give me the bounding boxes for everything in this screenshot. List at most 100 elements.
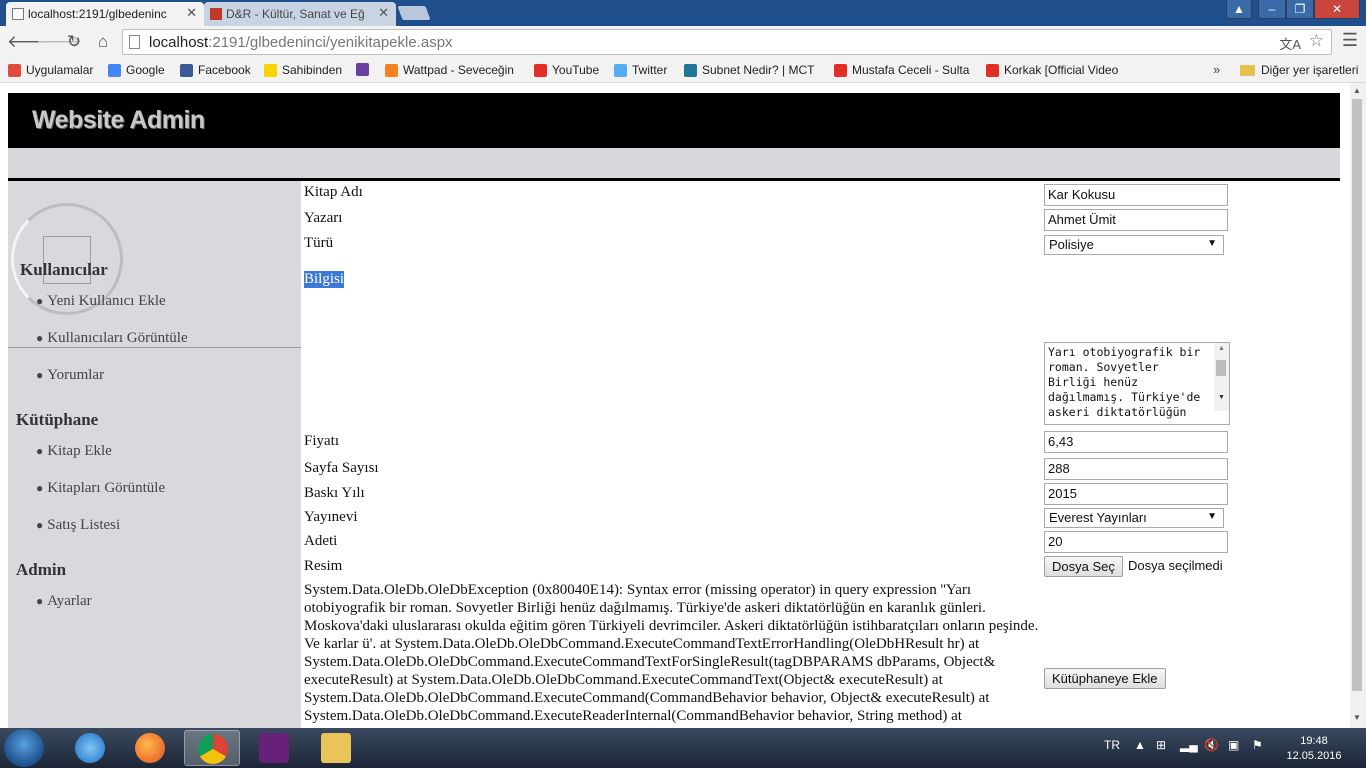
bookmark-item[interactable]: Uygulamalar [8,63,93,77]
youtube-icon [834,63,847,77]
author-input[interactable]: Ahmet Ümit [1044,209,1228,231]
page-icon [129,35,140,49]
label-quantity: Adeti [304,533,338,549]
sidebar-item[interactable]: ● Kullanıcıları Görüntüle [36,330,188,347]
network-signal-icon[interactable]: ▂▄ [1180,738,1198,752]
book-form: Kitap Adı Kar Kokusu Yazarı Ahmet Ümit T… [301,181,1350,728]
quantity-input[interactable]: 20 [1044,531,1228,553]
add-to-library-button[interactable]: Kütüphaneye Ekle [1044,668,1166,689]
info-textarea[interactable]: Yarı otobiyografik bir roman. Sovyetler … [1044,342,1230,425]
bullet-icon: ● [36,481,44,495]
publisher-select[interactable]: Everest Yayınları ▼ [1044,508,1224,528]
bookmark-item[interactable]: Twitter [614,63,667,77]
sahibinden-icon [264,63,277,77]
browser-toolbar: 🡐 🡒 ↻ ⌂ localhost:2191/glbedeninci/yenik… [0,26,1366,58]
google-icon [108,63,121,77]
browser-tabstrip: localhost:2191/glbedeninc ✕ D&R - Kültür… [0,0,1366,26]
label-info: Bilgisi [304,271,345,288]
site-title: Website Admin [32,106,205,134]
taskbar-explorer[interactable] [308,730,364,766]
book-name-input[interactable]: Kar Kokusu [1044,184,1228,206]
system-clock[interactable]: 19:48 12.05.2016 [1280,734,1348,764]
address-bar[interactable]: localhost:2191/glbedeninci/yenikitapekle… [122,29,1332,55]
genre-select[interactable]: Polisiye ▼ [1044,235,1224,255]
folder-icon [1240,64,1255,76]
taskbar-firefox[interactable] [122,730,178,766]
label-year: Baskı Yılı [304,485,365,501]
action-center-flag-icon[interactable]: ⚑ [1252,738,1263,752]
bookmarks-bar: » Diğer yer işaretleri Uygulamalar Google… [0,58,1366,83]
visual-studio-icon [259,733,289,763]
wordpress-icon [684,63,697,77]
chrome-menu-icon[interactable]: ☰ [1342,30,1358,51]
other-bookmarks[interactable]: Diğer yer işaretleri [1240,63,1358,77]
ie-icon [75,733,105,763]
taskbar-visual-studio[interactable] [246,730,302,766]
bookmark-item[interactable]: Facebook [180,63,251,77]
textarea-scrollbar[interactable]: ▲ ▼ [1214,343,1229,411]
error-message: System.Data.OleDb.OleDbException (0x8004… [304,582,1039,728]
twitter-icon [614,63,627,77]
home-icon[interactable]: ⌂ [93,32,113,52]
bookmark-star-icon[interactable]: ☆ [1309,31,1324,51]
forward-icon[interactable]: 🡒 [36,32,82,52]
bookmark-item[interactable]: Mustafa Ceceli - Sulta [834,63,969,77]
bookmark-item[interactable]: Sahibinden [264,63,342,77]
close-icon[interactable]: ✕ [186,5,197,21]
close-window-icon[interactable]: ✕ [1314,0,1360,19]
minimize-icon[interactable]: – [1258,0,1286,19]
taskbar-ie[interactable] [62,730,118,766]
usb-device-icon[interactable]: ▣ [1228,738,1239,752]
bookmark-item[interactable]: YouTube [534,63,599,77]
back-icon[interactable]: 🡐 [7,32,53,52]
close-icon[interactable]: ✕ [378,5,389,21]
header-strip [8,148,1340,181]
show-hidden-icons-icon[interactable]: ▲ [1134,738,1146,752]
tab-dr[interactable]: D&R - Kültür, Sanat ve Eğ ✕ [204,2,396,26]
bookmark-item[interactable]: Google [108,63,165,77]
new-tab-button[interactable] [397,6,431,20]
sidebar-item[interactable]: ● Satış Listesi [36,517,120,534]
user-icon[interactable]: ▲ [1226,0,1252,19]
bookmark-item[interactable]: Subnet Nedir? | MCT [684,63,815,77]
windows-icon[interactable]: ⊞ [1156,738,1166,752]
chrome-icon [198,734,228,764]
sidebar-item[interactable]: ● Yeni Kullanıcı Ekle [36,293,166,310]
sidebar-item[interactable]: ● Yorumlar [36,367,104,384]
dr-icon [210,8,222,20]
language-indicator[interactable]: TR [1104,738,1120,752]
price-input[interactable]: 6,43 [1044,431,1228,453]
sidebar-heading: Kullanıcılar [20,260,108,279]
bookmark-item[interactable] [356,63,374,76]
sidebar-item[interactable]: ● Kitapları Görüntüle [36,480,165,497]
firefox-icon [135,733,165,763]
tab-localhost[interactable]: localhost:2191/glbedeninc ✕ [6,2,204,26]
bookmark-item[interactable]: Korkak [Official Video [986,63,1118,77]
scroll-thumb[interactable] [1352,99,1362,691]
year-input[interactable]: 2015 [1044,483,1228,505]
maximize-icon[interactable]: ❐ [1286,0,1314,19]
label-author: Yazarı [304,210,343,226]
taskbar-chrome[interactable] [184,730,240,766]
wattpad-icon [385,63,398,77]
sidebar-item[interactable]: ● Kitap Ekle [36,443,112,460]
volume-muted-icon[interactable]: 🔇 [1204,738,1219,752]
start-button-icon[interactable] [4,729,44,767]
bookmark-item[interactable]: Wattpad - Seveceğin [385,63,514,77]
sidebar-item[interactable]: ● Ayarlar [36,593,92,610]
windows-taskbar: TR ▲ ⊞ ▂▄ 🔇 ▣ ⚑ 19:48 12.05.2016 [0,728,1366,768]
label-genre: Türü [304,235,334,251]
window-controls: ▲ – ❐ ✕ [1226,0,1360,19]
bookmarks-more-icon[interactable]: » [1213,62,1220,77]
scroll-up-icon[interactable]: ▲ [1353,86,1361,95]
apps-grid-icon [8,63,21,77]
pages-input[interactable]: 288 [1044,458,1228,480]
page-icon [12,8,24,20]
tab-title: D&R - Kültür, Sanat ve Eğ [226,7,365,21]
bullet-icon: ● [36,518,44,532]
translate-icon[interactable]: 文A [1279,34,1301,53]
scroll-down-icon[interactable]: ▼ [1353,713,1361,722]
choose-file-button[interactable]: Dosya Seç [1044,556,1123,577]
reload-icon[interactable]: ↻ [64,32,84,52]
page-scrollbar[interactable]: ▲ ▼ [1350,83,1366,728]
